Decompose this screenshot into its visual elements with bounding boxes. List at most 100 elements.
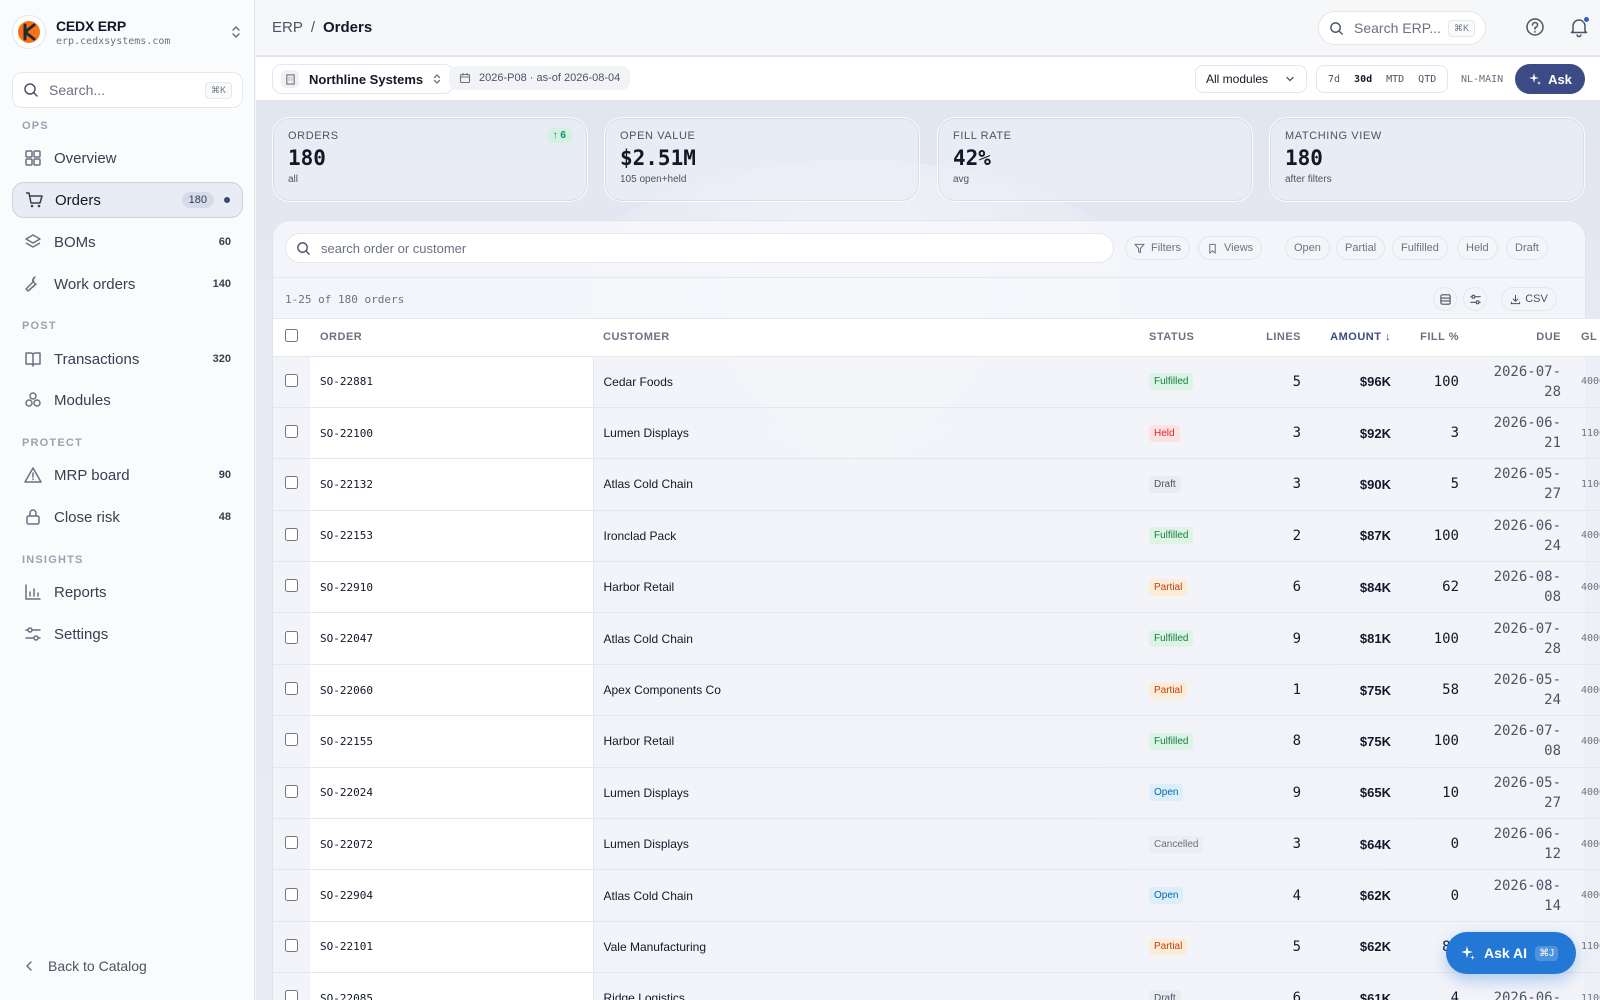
export-csv-button[interactable]: CSV [1501,287,1557,311]
columns-settings-button[interactable] [1463,287,1487,311]
status-chip-open[interactable]: Open [1285,236,1330,260]
row-checkbox[interactable] [285,990,298,1000]
ask-ai-floating-button[interactable]: Ask AI ⌘J [1446,932,1576,974]
column-header-fill[interactable]: FILL % [1401,319,1469,357]
table-row[interactable]: SO-22024 Lumen Displays Open 9 $65K 10 2026-05… [273,767,1600,820]
table-row[interactable]: SO-22100 Lumen Displays Held 3 $92K 3 2026-06-… [273,407,1600,460]
breadcrumb-erp[interactable]: ERP [272,19,303,36]
ask-button[interactable]: Ask [1515,64,1585,94]
table-row[interactable]: SO-22101Vale ManufacturingPartial5$62K80… [273,921,1600,974]
table-row[interactable]: SO-22910 Harbor Retail Partial 6 $84K 62 2026-… [273,561,1600,614]
help-icon[interactable] [1524,16,1546,38]
order-id[interactable]: SO-22047 [310,612,594,665]
order-id[interactable]: SO-22881 [310,356,594,408]
line-count: 6 [1239,561,1311,614]
row-checkbox[interactable] [285,733,298,747]
module-select[interactable]: All modules [1195,65,1307,93]
table-row[interactable]: SO-22155 Harbor Retail Fulfilled 8 $75K 100 20… [273,715,1600,768]
global-search-input[interactable]: Search ERP... ⌘K [1318,11,1486,45]
row-checkbox[interactable] [285,476,298,490]
kpi-open-value[interactable]: OPEN VALUE $2.51M 105 open+held [604,117,920,202]
column-header-gl[interactable]: GL [1571,319,1600,357]
line-count: 3 [1239,818,1311,871]
order-id[interactable]: SO-22153 [310,510,594,563]
row-checkbox[interactable] [285,784,298,798]
gl-account: 1100 [1571,972,1600,1000]
entity-selector[interactable]: Northline Systems [272,64,455,94]
search-icon [24,83,38,97]
status-chip-held[interactable]: Held [1457,236,1498,260]
order-search-input[interactable]: search order or customer [285,233,1114,263]
order-id[interactable]: SO-22024 [310,767,594,820]
sidebar-item-reports[interactable]: Reports [12,574,243,610]
kpi-sub: all [288,174,299,185]
sidebar: CEDX ERP erp.cedxsystems.com Search... ⌘… [0,0,255,1000]
column-header-status[interactable]: STATUS [1139,319,1239,357]
order-id[interactable]: SO-22072 [310,818,594,871]
kpi-matching-view[interactable]: MATCHING VIEW 180 after filters [1269,117,1585,202]
row-checkbox[interactable] [285,938,298,952]
sidebar-item-orders[interactable]: Orders 180 [12,182,243,218]
row-checkbox[interactable] [285,630,298,644]
order-id[interactable]: SO-22100 [310,407,594,460]
sidebar-item-mrp-board[interactable]: MRP board 90 [12,457,243,493]
status-chip-partial[interactable]: Partial [1336,236,1386,260]
order-id[interactable]: SO-22904 [310,869,594,922]
column-header-customer[interactable]: CUSTOMER [593,319,1139,357]
density-button[interactable] [1433,287,1457,311]
sidebar-item-modules[interactable]: Modules [12,382,243,418]
range-qtd[interactable]: QTD [1411,74,1443,85]
row-checkbox[interactable] [285,527,298,541]
order-id[interactable]: SO-22085 [310,972,594,1000]
notifications-button[interactable] [1568,16,1590,38]
order-amount: $84K [1311,561,1401,614]
workspace-switcher[interactable]: CEDX ERP erp.cedxsystems.com [12,12,244,52]
order-id[interactable]: SO-22060 [310,664,594,717]
kpi-orders[interactable]: ORDERS 180 all ↑ 6 [272,117,588,202]
row-checkbox[interactable] [285,887,298,901]
period-indicator[interactable]: 2026-P08 · as-of 2026-08-04 [449,66,631,90]
sidebar-item-overview[interactable]: Overview [12,140,243,176]
sidebar-item-work-orders[interactable]: Work orders 140 [12,266,243,302]
column-header-lines[interactable]: LINES [1239,319,1311,357]
status-chip-fulfilled[interactable]: Fulfilled [1392,236,1448,260]
row-checkbox[interactable] [285,425,298,439]
sidebar-search-input[interactable]: Search... ⌘K [12,72,243,108]
table-row[interactable]: SO-22904 Atlas Cold Chain Open 4 $62K 0 2026-0… [273,869,1600,922]
order-id[interactable]: SO-22910 [310,561,594,614]
row-checkbox[interactable] [285,836,298,850]
row-checkbox[interactable] [285,579,298,593]
select-all-checkbox[interactable] [285,329,298,343]
column-header-amount[interactable]: AMOUNT ↓ [1311,319,1401,357]
status-chip-draft[interactable]: Draft [1506,236,1548,260]
order-id[interactable]: SO-22101 [310,921,594,974]
sidebar-item-close-risk[interactable]: Close risk 48 [12,499,243,535]
due-date: 2026-07- 08 [1469,715,1571,768]
table-row[interactable]: SO-22881 Cedar Foods Fulfilled 5 $96K 100 2026… [273,356,1600,408]
table-row[interactable]: SO-22153 Ironclad Pack Fulfilled 2 $87K 100 20… [273,510,1600,563]
table-row[interactable]: SO-22072 Lumen Displays Cancelled 3 $64K 0 202… [273,818,1600,871]
order-id[interactable]: SO-22155 [310,715,594,768]
back-to-catalog-link[interactable]: Back to Catalog [22,958,147,974]
range-mtd[interactable]: MTD [1379,74,1411,85]
table-row[interactable]: SO-22060 Apex Components Co Partial 1 $75K 58… [273,664,1600,717]
kpi-fill-rate[interactable]: FILL RATE 42% avg [937,117,1253,202]
order-id[interactable]: SO-22132 [310,458,594,511]
kpi-label: OPEN VALUE [620,130,696,142]
range-30d[interactable]: 30d [1347,74,1379,85]
views-button[interactable]: Views [1198,236,1263,260]
table-row[interactable]: SO-22085 Ridge Logistics Draft 6 $61K 4 2026-0… [273,972,1600,1000]
filters-button[interactable]: Filters [1125,236,1190,260]
sidebar-item-transactions[interactable]: Transactions 320 [12,341,243,377]
column-header-due[interactable]: DUE [1469,319,1571,357]
table-row[interactable]: SO-22047 Atlas Cold Chain Fulfilled 9 $81K 10… [273,612,1600,665]
row-checkbox[interactable] [285,682,298,696]
sidebar-item-settings[interactable]: Settings [12,616,243,652]
chevron-up-down-icon [434,74,441,84]
row-checkbox[interactable] [285,373,298,387]
table-row[interactable]: SO-22132 Atlas Cold Chain Draft 3 $90K 5 2026-… [273,458,1600,511]
sidebar-item-count: 140 [212,278,231,290]
column-header-order[interactable]: ORDER [310,319,593,357]
range-7d[interactable]: 7d [1321,74,1347,85]
sidebar-item-boms[interactable]: BOMs 60 [12,224,243,260]
